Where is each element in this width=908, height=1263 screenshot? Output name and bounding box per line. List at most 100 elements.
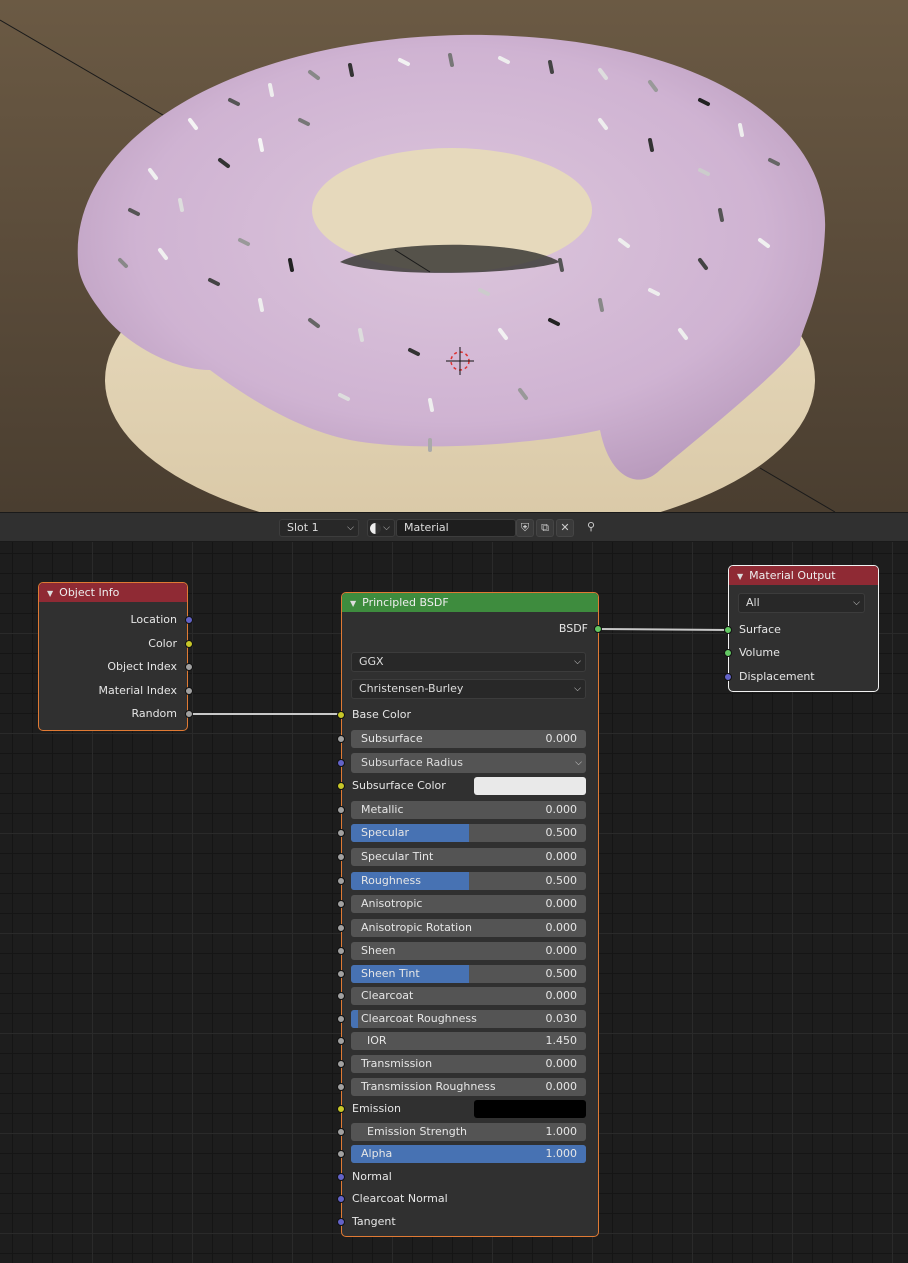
transmission-roughness-slider[interactable]: Transmission Roughness 0.000	[351, 1078, 586, 1096]
anisotropic-slider[interactable]: Anisotropic 0.000	[351, 895, 586, 913]
subsurface-slider[interactable]: Subsurface 0.000	[351, 730, 586, 748]
clearcoat-roughness-label: Clearcoat Roughness	[361, 1012, 477, 1025]
socket-base-color[interactable]	[337, 711, 345, 719]
socket-material-index[interactable]	[185, 687, 193, 695]
specular-tint-slider[interactable]: Specular Tint 0.000	[351, 848, 586, 866]
socket-color[interactable]	[185, 640, 193, 648]
socket-random[interactable]	[185, 710, 193, 718]
socket-volume[interactable]	[724, 649, 732, 657]
clearcoat-normal-label: Clearcoat Normal	[352, 1192, 448, 1205]
pin-icon[interactable]: ⚲	[582, 519, 600, 537]
socket-emission[interactable]	[337, 1105, 345, 1113]
metallic-label: Metallic	[361, 803, 404, 816]
specular-tint-value: 0.000	[545, 850, 578, 863]
3d-viewport[interactable]	[0, 0, 908, 512]
socket-ior[interactable]	[337, 1037, 345, 1045]
emission-label: Emission	[352, 1102, 401, 1115]
socket-clearcoat[interactable]	[337, 992, 345, 1000]
clearcoat-slider[interactable]: Clearcoat 0.000	[351, 987, 586, 1005]
socket-transmission-roughness[interactable]	[337, 1083, 345, 1091]
output-random: Random	[131, 707, 177, 720]
target-dropdown[interactable]: All ⌵	[738, 593, 865, 613]
socket-sheen[interactable]	[337, 947, 345, 955]
roughness-value: 0.500	[545, 874, 578, 887]
emission-strength-label: Emission Strength	[367, 1125, 468, 1138]
socket-specular-tint[interactable]	[337, 853, 345, 861]
subsurface-color-swatch[interactable]	[474, 777, 586, 795]
socket-clearcoat-normal[interactable]	[337, 1195, 345, 1203]
socket-specular[interactable]	[337, 829, 345, 837]
node-title: Principled BSDF	[362, 596, 449, 609]
specular-slider[interactable]: Specular 0.500	[351, 824, 586, 842]
socket-subsurface[interactable]	[337, 735, 345, 743]
socket-subsurface-color[interactable]	[337, 782, 345, 790]
material-slot-dropdown[interactable]: Slot 1 ⌵	[279, 519, 359, 537]
node-editor-header: Slot 1 ⌵ ⌵ Material ⛨ ⧉ ✕ ⚲	[0, 512, 908, 542]
node-title: Material Output	[749, 569, 836, 582]
input-volume: Volume	[739, 646, 780, 659]
alpha-slider[interactable]: Alpha 1.000	[351, 1145, 586, 1163]
material-browse-button[interactable]: ⌵	[367, 519, 395, 537]
socket-roughness[interactable]	[337, 877, 345, 885]
emission-swatch[interactable]	[474, 1100, 586, 1118]
transmission-roughness-label: Transmission Roughness	[361, 1080, 496, 1093]
subsurface-value: 0.000	[545, 732, 578, 745]
socket-normal[interactable]	[337, 1173, 345, 1181]
socket-anisotropic-rotation[interactable]	[337, 924, 345, 932]
roughness-label: Roughness	[361, 874, 422, 887]
socket-displacement[interactable]	[724, 673, 732, 681]
specular-tint-label: Specular Tint	[361, 850, 434, 863]
node-editor-canvas[interactable]: ▼ Object Info Location Color Object Index…	[0, 542, 908, 1263]
socket-bsdf[interactable]	[594, 625, 602, 633]
material-name-field[interactable]: Material	[396, 519, 516, 537]
sheen-label: Sheen	[361, 944, 396, 957]
socket-alpha[interactable]	[337, 1150, 345, 1158]
chevron-down-icon: ⌵	[853, 598, 860, 608]
new-material-icon[interactable]: ⧉	[536, 519, 554, 537]
socket-emission-strength[interactable]	[337, 1128, 345, 1136]
socket-anisotropic[interactable]	[337, 900, 345, 908]
socket-clearcoat-roughness[interactable]	[337, 1015, 345, 1023]
material-output-header[interactable]: ▼ Material Output	[729, 566, 878, 585]
subsurface-radius-dropdown[interactable]: Subsurface Radius ⌵	[351, 753, 586, 773]
clearcoat-value: 0.000	[545, 989, 578, 1002]
clearcoat-roughness-fill	[351, 1010, 359, 1028]
principled-bsdf-node[interactable]: ▼ Principled BSDF BSDF GGX ⌵ Christensen-…	[337, 592, 602, 1237]
chevron-down-icon: ⌵	[383, 523, 390, 533]
collapse-triangle-icon[interactable]: ▼	[737, 572, 743, 581]
emission-strength-slider[interactable]: Emission Strength 1.000	[351, 1123, 586, 1141]
metallic-slider[interactable]: Metallic 0.000	[351, 801, 586, 819]
distribution-dropdown[interactable]: GGX ⌵	[351, 652, 586, 672]
sheen-tint-slider[interactable]: Sheen Tint 0.500	[351, 965, 586, 983]
socket-location[interactable]	[185, 616, 193, 624]
close-icon[interactable]: ✕	[556, 519, 574, 537]
clearcoat-roughness-slider[interactable]: Clearcoat Roughness 0.030	[351, 1010, 586, 1028]
anisotropic-value: 0.000	[545, 897, 578, 910]
subsurface-color-label: Subsurface Color	[352, 779, 446, 792]
principled-bsdf-header[interactable]: ▼ Principled BSDF	[342, 593, 598, 612]
anisotropic-rotation-slider[interactable]: Anisotropic Rotation 0.000	[351, 919, 586, 937]
socket-tangent[interactable]	[337, 1218, 345, 1226]
specular-value: 0.500	[545, 826, 578, 839]
fake-user-shield-icon[interactable]: ⛨	[516, 519, 534, 537]
clearcoat-roughness-value: 0.030	[545, 1012, 578, 1025]
ior-slider[interactable]: IOR 1.450	[351, 1032, 586, 1050]
link-bsdf-to-surface	[597, 628, 729, 631]
collapse-triangle-icon[interactable]: ▼	[350, 599, 356, 608]
socket-object-index[interactable]	[185, 663, 193, 671]
object-info-header[interactable]: ▼ Object Info	[39, 583, 187, 602]
socket-subsurface-radius[interactable]	[337, 759, 345, 767]
socket-surface[interactable]	[724, 626, 732, 634]
alpha-value: 1.000	[545, 1147, 578, 1160]
object-info-node[interactable]: ▼ Object Info Location Color Object Index…	[38, 582, 193, 731]
sheen-slider[interactable]: Sheen 0.000	[351, 942, 586, 960]
roughness-slider[interactable]: Roughness 0.500	[351, 872, 586, 890]
socket-metallic[interactable]	[337, 806, 345, 814]
transmission-slider[interactable]: Transmission 0.000	[351, 1055, 586, 1073]
sheen-tint-value: 0.500	[545, 967, 578, 980]
socket-sheen-tint[interactable]	[337, 970, 345, 978]
subsurface-method-dropdown[interactable]: Christensen-Burley ⌵	[351, 679, 586, 699]
material-output-node[interactable]: ▼ Material Output All ⌵ Surface Volume Di…	[724, 565, 879, 692]
collapse-triangle-icon[interactable]: ▼	[47, 589, 53, 598]
socket-transmission[interactable]	[337, 1060, 345, 1068]
